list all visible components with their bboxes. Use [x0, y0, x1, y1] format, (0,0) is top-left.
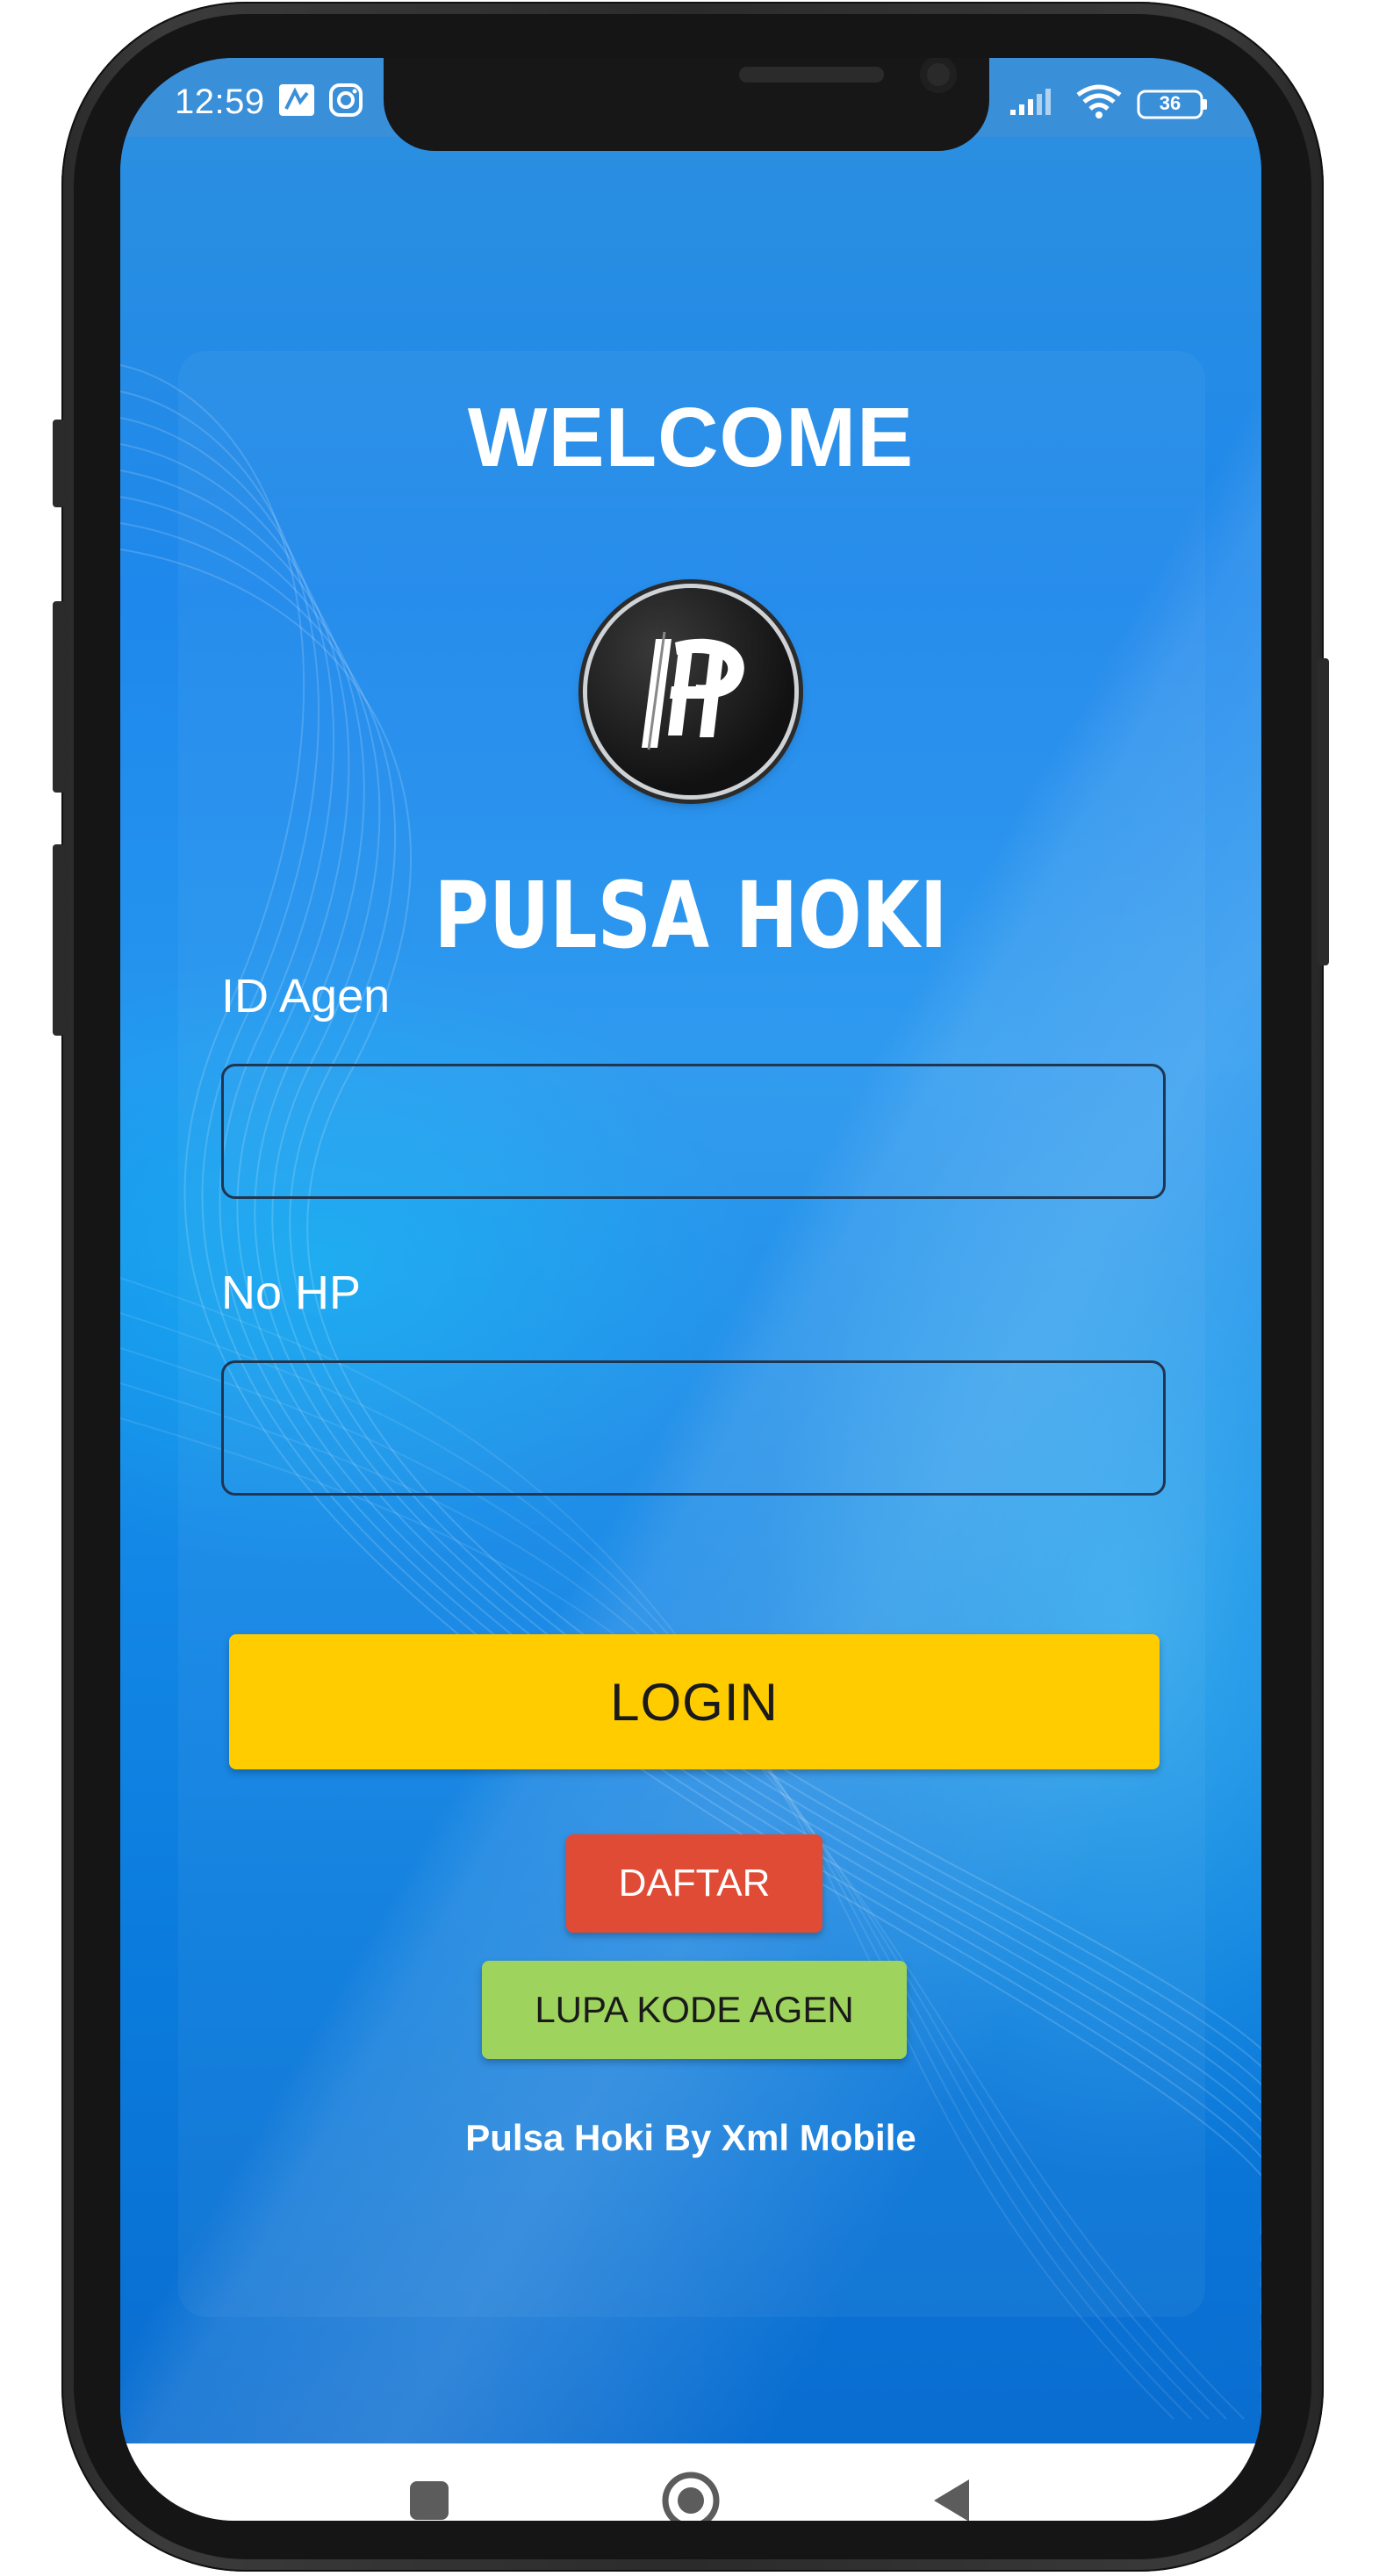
volume-up-button — [53, 601, 65, 793]
welcome-title: WELCOME — [467, 391, 915, 484]
no-hp-label: No HP — [221, 1266, 362, 1319]
triangle-back-icon — [934, 2479, 969, 2521]
front-camera — [920, 58, 957, 93]
lupa-kode-agen-button[interactable]: LUPA KODE AGEN — [482, 1961, 907, 2059]
no-hp-input[interactable] — [221, 1360, 1166, 1496]
app-credit: Pulsa Hoki By Xml Mobile — [465, 2117, 916, 2158]
power-button — [1317, 658, 1329, 965]
logo-monogram-icon — [642, 631, 744, 750]
signal-icon — [1009, 87, 1061, 121]
pulsa-hoki-logo — [587, 588, 794, 795]
id-agen-label: ID Agen — [221, 970, 391, 1023]
camera-notch — [384, 58, 989, 151]
login-button[interactable]: LOGIN — [229, 1634, 1160, 1769]
side-button — [53, 420, 65, 507]
earpiece-speaker — [739, 67, 884, 83]
notification-app-icon — [277, 83, 316, 122]
id-agen-input[interactable] — [221, 1064, 1166, 1199]
phone-screen: 12:59 36 WELCOME PULSA HOKI ID Agen No H… — [120, 58, 1261, 2521]
recent-apps-button[interactable] — [359, 2443, 499, 2521]
status-time: 12:59 — [175, 83, 265, 121]
battery-icon: 36 — [1137, 89, 1209, 120]
battery-level: 36 — [1159, 91, 1181, 114]
system-navigation-bar — [120, 2443, 1261, 2521]
circle-home-icon — [662, 2472, 720, 2521]
instagram-icon — [328, 83, 363, 122]
square-recents-icon — [410, 2481, 449, 2520]
wifi-icon — [1075, 84, 1123, 124]
daftar-button[interactable]: DAFTAR — [566, 1834, 822, 1933]
home-button[interactable] — [621, 2443, 761, 2521]
back-button[interactable] — [881, 2443, 1022, 2521]
brand-name: PULSA HOKI — [434, 862, 948, 969]
volume-down-button — [53, 844, 65, 1036]
